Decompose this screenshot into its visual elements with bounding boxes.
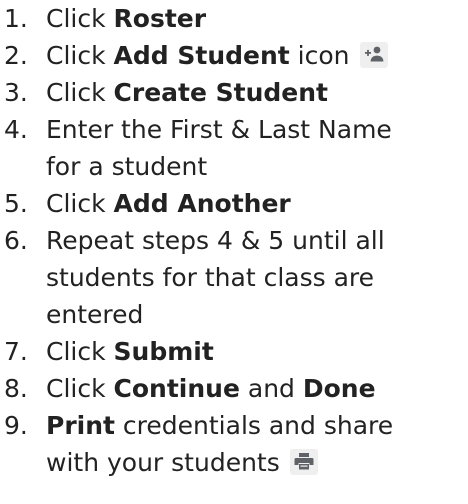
step-6: 6. Repeat steps 4 & 5 until all students… — [0, 222, 468, 333]
step-number: 5. — [4, 189, 28, 218]
step-7: 7. Click Submit — [0, 333, 468, 370]
step-text: Click Submit — [46, 337, 214, 366]
step-text: Click Continue and Done — [46, 374, 376, 403]
emphasis-create-student: Create Student — [113, 78, 328, 107]
step-text-continued: entered — [46, 300, 144, 329]
step-text: Print credentials and share — [46, 411, 394, 440]
step-text: Click Roster — [46, 4, 207, 33]
step-text: Enter the First & Last Name — [46, 115, 392, 144]
step-4: 4. Enter the First & Last Name for a stu… — [0, 111, 468, 185]
step-text: Repeat steps 4 & 5 until all — [46, 226, 385, 255]
emphasis-roster: Roster — [113, 4, 207, 33]
step-number: 4. — [4, 115, 28, 144]
step-5: 5. Click Add Another — [0, 185, 468, 222]
step-number: 1. — [4, 4, 28, 33]
step-3: 3. Click Create Student — [0, 74, 468, 111]
step-1: 1. Click Roster — [0, 0, 468, 37]
step-text-continued: with your students — [46, 448, 280, 477]
step-text: Click Add Another — [46, 189, 291, 218]
emphasis-add-another: Add Another — [113, 189, 291, 218]
step-number: 8. — [4, 374, 28, 403]
instruction-list: 1. Click Roster 2. Click Add Student ico… — [0, 0, 468, 481]
step-9: 9. Print credentials and share with your… — [0, 407, 468, 481]
step-number: 7. — [4, 337, 28, 366]
step-number: 9. — [4, 411, 28, 440]
step-2: 2. Click Add Student icon — [0, 37, 468, 74]
emphasis-print: Print — [46, 411, 115, 440]
emphasis-done: Done — [302, 374, 376, 403]
step-number: 3. — [4, 78, 28, 107]
emphasis-continue: Continue — [113, 374, 240, 403]
emphasis-add-student: Add Student — [113, 41, 290, 70]
step-8: 8. Click Continue and Done — [0, 370, 468, 407]
step-text: Click Create Student — [46, 78, 328, 107]
add-person-icon — [359, 42, 388, 68]
step-text: Click Add Student icon — [46, 41, 350, 70]
step-text-continued: for a student — [46, 152, 208, 181]
step-number: 6. — [4, 226, 28, 255]
step-number: 2. — [4, 41, 28, 70]
print-icon — [289, 449, 318, 475]
step-text-continued: students for that class are — [46, 263, 375, 292]
emphasis-submit: Submit — [113, 337, 214, 366]
